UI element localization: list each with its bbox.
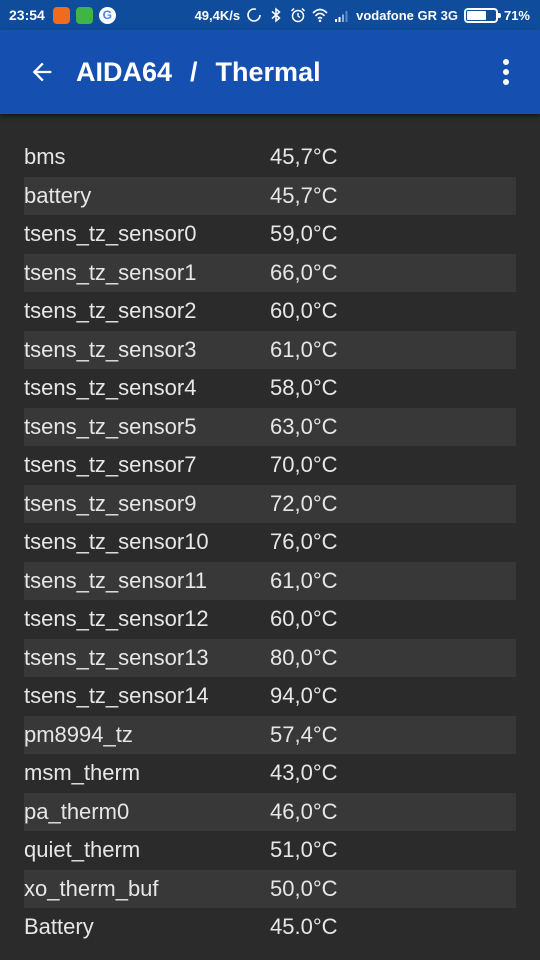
list-item[interactable]: tsens_tz_sensor0 59,0°C [24,215,516,254]
sensor-name: tsens_tz_sensor11 [24,567,208,593]
sensor-name: xo_therm_buf [24,875,159,901]
sensor-value: 63,0°C [270,413,338,439]
sensor-value: 94,0°C [270,683,338,709]
list-item[interactable]: quiet_therm 51,0°C [24,831,516,870]
wifi-icon [312,8,328,23]
sensor-name: tsens_tz_sensor2 [24,298,197,324]
sensor-value: 60,0°C [270,298,338,324]
overflow-menu-button[interactable] [486,44,526,100]
sensor-value: 61,0°C [270,336,338,362]
more-vert-icon [503,59,509,85]
sensor-name: tsens_tz_sensor5 [24,413,197,439]
sensor-value: 50,0°C [270,875,338,901]
list-item[interactable]: tsens_tz_sensor12 60,0°C [24,600,516,639]
sensor-name: tsens_tz_sensor1 [24,259,197,285]
app-name: AIDA64 [76,56,173,87]
title-separator: / [190,56,198,87]
bluetooth-icon [271,7,281,23]
sensor-value: 46,0°C [270,798,338,824]
list-item[interactable]: bms 45,7°C [24,138,516,177]
sensor-name: msm_therm [24,760,141,786]
status-bar: 23:54 G 49,4K/s vodafone GR 3G 71% [0,0,540,30]
green-app-icon [75,6,93,24]
sensor-value: 72,0°C [270,490,338,516]
signal-icon [335,11,348,22]
sensor-value: 76,0°C [270,529,338,555]
list-item[interactable]: pa_therm0 46,0°C [24,792,516,831]
alarm-icon [291,7,306,23]
sensor-name: quiet_therm [24,837,141,863]
sensor-name: tsens_tz_sensor0 [24,221,197,247]
list-item[interactable]: tsens_tz_sensor13 80,0°C [24,638,516,677]
sensor-value: 45,7°C [270,182,338,208]
battery-icon [463,7,501,23]
list-item[interactable]: tsens_tz_sensor9 72,0°C [24,484,516,523]
sensor-value: 80,0°C [270,644,338,670]
back-button[interactable] [14,44,70,100]
app-bar: AIDA64 / Thermal [0,30,540,114]
status-time: 23:54 [9,7,45,23]
sensor-name: tsens_tz_sensor12 [24,606,209,632]
orange-app-icon [52,6,70,24]
status-bar-right: 49,4K/s vodafone GR 3G 71% [189,7,530,23]
sensor-value: 60,0°C [270,606,338,632]
sensor-name: tsens_tz_sensor14 [24,683,209,709]
sensor-name: tsens_tz_sensor4 [24,375,197,401]
sensor-value: 45.0°C [270,914,338,940]
list-item[interactable]: pm8994_tz 57,4°C [24,715,516,754]
sensor-value: 66,0°C [270,259,338,285]
list-item[interactable]: msm_therm 43,0°C [24,754,516,793]
sensor-value: 58,0°C [270,375,338,401]
network-speed: 49,4K/s [194,7,241,23]
carrier-name: vodafone GR 3G [356,7,458,23]
google-icon: G [98,6,116,24]
sensor-name: Battery [24,914,94,940]
list-item[interactable]: tsens_tz_sensor14 94,0°C [24,677,516,716]
list-item[interactable]: Battery 45.0°C [24,908,516,947]
sync-icon [247,8,261,22]
sensor-name: battery [24,182,92,208]
list-item[interactable]: tsens_tz_sensor1 66,0°C [24,253,516,292]
sensor-name: pa_therm0 [24,798,130,824]
list-item[interactable]: tsens_tz_sensor5 63,0°C [24,407,516,446]
sensor-value: 70,0°C [270,452,338,478]
list-item[interactable]: tsens_tz_sensor2 60,0°C [24,292,516,331]
sensor-name: pm8994_tz [24,721,133,747]
section-name: Thermal [215,56,321,87]
sensor-list[interactable]: bms 45,7°C battery 45,7°C tsens_tz_sensor0 59… [24,138,516,947]
list-item[interactable]: tsens_tz_sensor3 61,0°C [24,330,516,369]
arrow-back-icon [32,62,52,82]
sensor-name: tsens_tz_sensor13 [24,644,209,670]
battery-percent: 71% [503,7,530,23]
list-item[interactable]: xo_therm_buf 50,0°C [24,869,516,908]
list-item[interactable]: tsens_tz_sensor11 61,0°C [24,561,516,600]
sensor-value: 61,0°C [270,567,338,593]
status-bar-left: 23:54 G [9,6,122,24]
list-item[interactable]: battery 45,7°C [24,176,516,215]
list-item[interactable]: tsens_tz_sensor4 58,0°C [24,369,516,408]
sensor-value: 51,0°C [270,837,338,863]
sensor-name: tsens_tz_sensor7 [24,452,197,478]
sensor-name: bms [24,144,66,170]
sensor-value: 59,0°C [270,221,338,247]
list-item[interactable]: tsens_tz_sensor7 70,0°C [24,446,516,485]
list-item[interactable]: tsens_tz_sensor10 76,0°C [24,523,516,562]
sensor-name: tsens_tz_sensor10 [24,529,209,555]
sensor-value: 43,0°C [270,760,338,786]
sensor-value: 45,7°C [270,144,338,170]
battery-level-fill [466,10,487,20]
sensor-name: tsens_tz_sensor3 [24,336,197,362]
sensor-value: 57,4°C [270,721,338,747]
page-title: AIDA64 / Thermal [76,57,486,88]
sensor-name: tsens_tz_sensor9 [24,490,197,516]
